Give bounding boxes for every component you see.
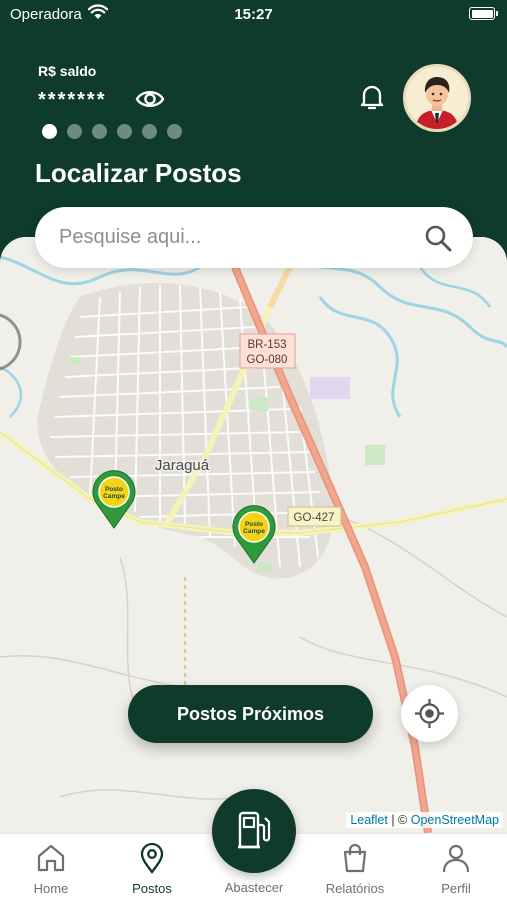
user-avatar-illustration — [416, 77, 458, 129]
crosshair-icon — [415, 699, 444, 728]
nearby-stations-button[interactable]: Postos Próximos — [128, 685, 373, 743]
balance-value: ******* — [38, 89, 107, 111]
avatar[interactable] — [403, 64, 471, 132]
map-view[interactable]: Jaraguá BR-153 GO-080 GO-427 Posto Campe… — [0, 237, 507, 833]
svg-text:Posto: Posto — [245, 521, 263, 528]
refuel-label: Abastecer — [224, 880, 284, 895]
attribution-separator: | © — [387, 813, 411, 827]
bell-icon[interactable] — [357, 82, 387, 112]
search-icon[interactable] — [423, 223, 453, 253]
carousel-dot[interactable] — [142, 124, 157, 139]
carousel-dot[interactable] — [92, 124, 107, 139]
carousel-indicator — [42, 124, 182, 139]
tab-label: Postos — [132, 881, 172, 896]
search-bar[interactable] — [35, 207, 473, 268]
openstreetmap-link[interactable]: OpenStreetMap — [411, 813, 499, 827]
tab-relatorios[interactable]: Relatórios — [310, 834, 400, 900]
page-title: Localizar Postos — [35, 158, 242, 188]
search-input[interactable] — [59, 207, 419, 268]
status-bar: Operadora 15:27 — [0, 0, 507, 30]
road-shield-go427: GO-427 — [287, 506, 342, 527]
map-tiles: Jaraguá BR-153 GO-080 GO-427 Posto Campe… — [0, 237, 507, 833]
user-icon — [442, 844, 470, 873]
svg-text:Campe: Campe — [243, 528, 265, 535]
tab-label: Relatórios — [325, 881, 385, 896]
leaflet-link[interactable]: Leaflet — [350, 813, 388, 827]
tab-postos[interactable]: Postos — [107, 834, 197, 900]
fuel-pump-icon — [238, 811, 271, 849]
carousel-dot[interactable] — [117, 124, 132, 139]
svg-text:Posto: Posto — [105, 486, 123, 493]
tab-home[interactable]: Home — [6, 834, 96, 900]
home-icon — [37, 844, 65, 872]
tab-label: Perfil — [441, 881, 471, 896]
eye-icon[interactable] — [135, 86, 165, 112]
carousel-dot[interactable] — [167, 124, 182, 139]
refuel-button[interactable] — [212, 789, 296, 873]
carousel-dot[interactable] — [42, 124, 57, 139]
svg-text:GO-427: GO-427 — [294, 512, 335, 524]
map-city-label: Jaraguá — [155, 457, 210, 474]
shopping-bag-icon — [343, 843, 367, 873]
clock: 15:27 — [234, 6, 273, 23]
balance-label: R$ saldo — [38, 63, 97, 79]
tab-perfil[interactable]: Perfil — [411, 834, 501, 900]
map-attribution: Leaflet | © OpenStreetMap — [346, 812, 503, 828]
svg-text:Campe: Campe — [103, 493, 125, 500]
svg-text:GO-080: GO-080 — [247, 354, 288, 366]
road-shield-br153-go080: BR-153 GO-080 — [239, 333, 296, 369]
location-pin-icon — [140, 842, 164, 874]
svg-text:BR-153: BR-153 — [248, 339, 287, 351]
my-location-button[interactable] — [401, 685, 458, 742]
battery-icon — [469, 7, 498, 20]
tab-label: Home — [33, 881, 69, 896]
carousel-dot[interactable] — [67, 124, 82, 139]
